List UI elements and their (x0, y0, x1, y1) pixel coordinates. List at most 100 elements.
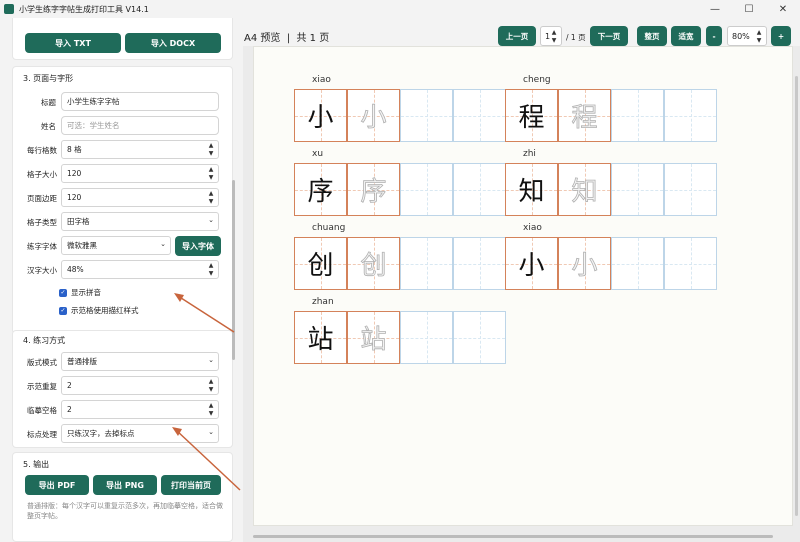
demo-cell: 序 (294, 163, 347, 216)
blank-cell (400, 311, 453, 364)
trace-style-checkbox[interactable]: ✓ 示范格使用描红样式 (59, 305, 139, 316)
page-spin-arrows[interactable]: ▲ ▼ (549, 29, 559, 44)
char-size-label: 汉字大小 (27, 266, 57, 275)
demo-character: 小 (518, 251, 545, 281)
spin-up-icon[interactable]: ▲ (209, 166, 214, 173)
name-input[interactable]: 可选：学生姓名 (61, 116, 219, 135)
import-docx-button[interactable]: 导入 DOCX (125, 33, 221, 53)
spin-up-icon[interactable]: ▲ (209, 378, 214, 385)
section-title-page: 3. 页面与字形 (23, 74, 74, 83)
punct-label: 标点处理 (27, 430, 57, 439)
export-png-button[interactable]: 导出 PNG (93, 475, 157, 495)
trace-character: 小 (360, 103, 387, 134)
per-row-spinbox[interactable]: 8 格 ▲ ▼ (61, 140, 219, 159)
page-font-group: 3. 页面与字形 标题 小学生练字字帖 姓名 可选：学生姓名 每行格数 8 格 … (12, 66, 233, 334)
title-bar: 小学生练字字帖生成打印工具 V14.1 — ☐ ✕ (0, 0, 800, 18)
copy-blank-spin-arrows[interactable]: ▲ ▼ (206, 402, 216, 417)
spin-up-icon[interactable]: ▲ (209, 402, 214, 409)
spin-down-icon[interactable]: ▼ (209, 386, 214, 393)
import-font-button[interactable]: 导入字体 (175, 236, 221, 256)
spin-down-icon[interactable]: ▼ (209, 270, 214, 277)
a4-page: xiao 小小 cheng 程程 xu 序序 zhi 知知 chuang 创创 xiao 小小 zhan… (253, 46, 793, 526)
demo-cell: 知 (505, 163, 558, 216)
spin-down-icon[interactable]: ▼ (209, 150, 214, 157)
page-count: 共 1 页 (296, 33, 330, 44)
blank-cell (664, 163, 717, 216)
spin-up-icon[interactable]: ▲ (209, 142, 214, 149)
chevron-down-icon[interactable]: ⌄ (160, 240, 166, 248)
layout-label: 版式模式 (27, 358, 57, 367)
section-title-practice: 4. 练习方式 (23, 336, 66, 345)
fit-width-button[interactable]: 适宽 (671, 26, 701, 46)
cell-size-spinbox[interactable]: 120 ▲ ▼ (61, 164, 219, 183)
demo-repeat-spinbox[interactable]: 2 ▲ ▼ (61, 376, 219, 395)
zoom-spinbox[interactable]: 80% ▲ ▼ (727, 26, 767, 46)
pinyin-label: xiao (523, 223, 542, 233)
grid-line (479, 90, 481, 141)
title-label: 标题 (41, 98, 56, 107)
spin-down-icon[interactable]: ▼ (209, 198, 214, 205)
grid-line (426, 164, 428, 215)
trace-cell: 创 (347, 237, 400, 290)
spin-down-icon[interactable]: ▼ (209, 174, 214, 181)
zoom-in-button[interactable]: + (771, 26, 791, 46)
spin-up-icon[interactable]: ▲ (209, 262, 214, 269)
practice-word: xiao 小小 (505, 223, 717, 290)
zoom-spin-arrows[interactable]: ▲ ▼ (754, 29, 764, 44)
demo-character: 小 (307, 103, 334, 133)
spin-down-icon[interactable]: ▼ (209, 410, 214, 417)
punct-combo[interactable]: 只练汉字，去掉标点 ⌄ (61, 424, 219, 443)
fit-page-button[interactable]: 整页 (637, 26, 667, 46)
practice-word: zhan 站站 (294, 297, 506, 364)
demo-character: 创 (307, 251, 334, 281)
practice-word: cheng 程程 (505, 75, 717, 142)
spin-up-icon[interactable]: ▲ (552, 29, 557, 36)
next-page-button[interactable]: 下一页 (590, 26, 628, 46)
title-input[interactable]: 小学生练字字帖 (61, 92, 219, 111)
margin-spinbox[interactable]: 120 ▲ ▼ (61, 188, 219, 207)
chevron-down-icon[interactable]: ⌄ (208, 356, 214, 364)
grid-line (690, 238, 692, 289)
spin-up-icon[interactable]: ▲ (757, 29, 762, 36)
layout-combo[interactable]: 普通排版 ⌄ (61, 352, 219, 371)
import-txt-button[interactable]: 导入 TXT (25, 33, 121, 53)
grid-type-combo[interactable]: 田字格 ⌄ (61, 212, 219, 231)
preview-title: A4 预览 | 共 1 页 (244, 29, 329, 44)
demo-character: 站 (307, 325, 334, 355)
chevron-down-icon[interactable]: ⌄ (208, 428, 214, 436)
char-size-spinbox[interactable]: 48% ▲ ▼ (61, 260, 219, 279)
margin-spin-arrows[interactable]: ▲ ▼ (206, 190, 216, 205)
settings-scrollbar[interactable] (232, 180, 235, 360)
demo-repeat-spin-arrows[interactable]: ▲ ▼ (206, 378, 216, 393)
minimize-button[interactable]: — (698, 0, 732, 18)
chevron-down-icon[interactable]: ⌄ (208, 216, 214, 224)
window-controls: — ☐ ✕ (698, 0, 800, 18)
check-icon[interactable]: ✓ (59, 306, 67, 315)
cell-size-spin-arrows[interactable]: ▲ ▼ (206, 166, 216, 181)
blank-cell (453, 237, 506, 290)
check-icon[interactable]: ✓ (59, 288, 67, 297)
maximize-button[interactable]: ☐ (732, 0, 766, 18)
blank-cell (400, 237, 453, 290)
font-combo[interactable]: 微软雅黑 ⌄ (61, 236, 171, 255)
prev-page-button[interactable]: 上一页 (498, 26, 536, 46)
zoom-out-button[interactable]: - (706, 26, 722, 46)
copy-blank-spinbox[interactable]: 2 ▲ ▼ (61, 400, 219, 419)
per-row-spin-arrows[interactable]: ▲ ▼ (206, 142, 216, 157)
spin-up-icon[interactable]: ▲ (209, 190, 214, 197)
char-size-spin-arrows[interactable]: ▲ ▼ (206, 262, 216, 277)
export-pdf-button[interactable]: 导出 PDF (25, 475, 89, 495)
preview-vertical-scrollbar[interactable] (795, 76, 798, 516)
spin-down-icon[interactable]: ▼ (552, 37, 557, 44)
preview-horizontal-scrollbar[interactable] (253, 535, 773, 538)
show-pinyin-checkbox[interactable]: ✓ 显示拼音 (59, 287, 101, 298)
practice-word: xiao 小小 (294, 75, 506, 142)
spin-down-icon[interactable]: ▼ (757, 37, 762, 44)
show-pinyin-label: 显示拼音 (71, 288, 101, 297)
print-page-button[interactable]: 打印当前页 (161, 475, 221, 495)
app-icon (4, 4, 14, 14)
per-row-value: 8 格 (67, 145, 82, 154)
margin-value: 120 (67, 193, 82, 202)
close-button[interactable]: ✕ (766, 0, 800, 18)
page-spinbox[interactable]: 1 ▲ ▼ (540, 26, 562, 46)
